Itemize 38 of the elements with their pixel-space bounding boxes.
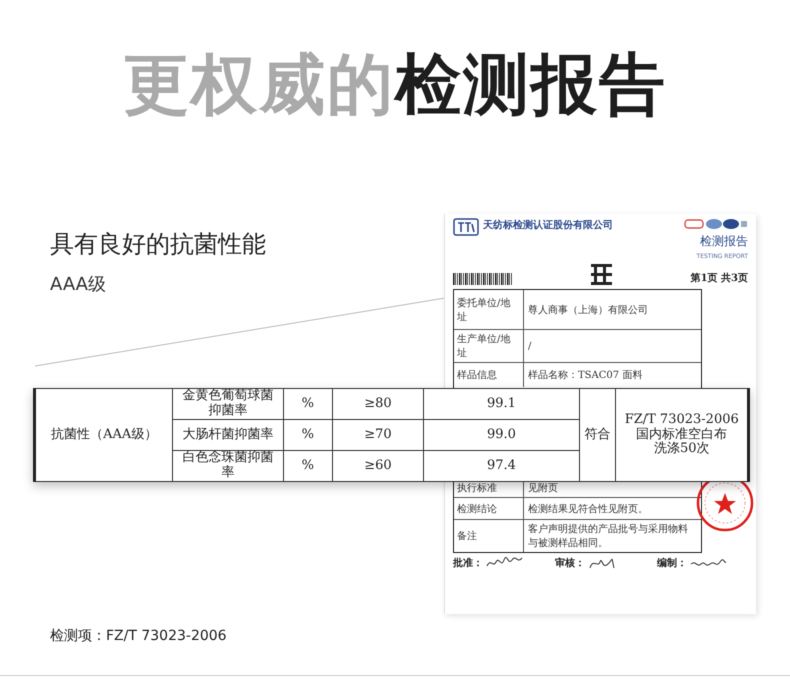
page-heading-dark: 检测报告 (395, 52, 667, 118)
table-cell: 99.1 (424, 388, 580, 420)
report-field-value: 客户声明提供的产品批号与采用物料与被测样品相同。 (527, 522, 689, 551)
page-heading-light: 更权威的 (123, 52, 395, 118)
report-field-value: 检测结果见符合性见附页。 (527, 502, 649, 516)
table-cell: 白色念珠菌抑菌率 (172, 450, 284, 482)
report-title: 检测报告 (700, 233, 748, 250)
table-cell: FZ/T 73023-2006 国内标准空白布 洗涤50次 (616, 388, 748, 482)
table-cell: 大肠杆菌抑菌率 (172, 420, 284, 450)
barcode-icon (453, 273, 513, 285)
logo-icon (453, 218, 479, 236)
report-field-value: 样品名称：TSAC07 面料 (527, 368, 644, 383)
signature-label: 编制： (657, 556, 687, 570)
report-field-label: 生产单位/地址 (454, 330, 524, 362)
report-field-label: 样品信息 (454, 363, 524, 387)
grade-label: AAA级 (50, 273, 107, 296)
table-cell: % (283, 420, 332, 450)
report-field-value: 尊人商事（上海）有限公司 (527, 304, 649, 318)
signature-label: 审核： (555, 556, 585, 570)
report-field-value: / (527, 340, 532, 354)
table-cell: ≥70 (332, 420, 424, 450)
table-cell: ≥80 (332, 388, 424, 420)
report-field-label: 委托单位/地址 (454, 290, 524, 329)
table-cell: % (283, 450, 332, 482)
certification-marks-icon (684, 218, 748, 230)
signature-label: 批准： (453, 556, 483, 570)
test-item-note: 检测项：FZ/T 73023-2006 (50, 627, 228, 645)
table-cell: 金黄色葡萄球菌抑菌率 (172, 388, 284, 420)
table-cell: 抗菌性（AAA级） (34, 388, 173, 482)
company-name: 天纺标检测认证股份有限公司 (483, 218, 613, 232)
table-cell: 符合 (579, 388, 616, 482)
table-cell: ≥60 (332, 450, 424, 482)
subtitle: 具有良好的抗菌性能 (50, 229, 267, 260)
page-number: 第1页 共3页 (690, 272, 748, 285)
report-field-label: 检测结论 (454, 498, 524, 519)
report-field-label: 备注 (454, 520, 524, 552)
table-cell: % (283, 388, 332, 420)
report-field-value: 见附页 (527, 482, 559, 496)
